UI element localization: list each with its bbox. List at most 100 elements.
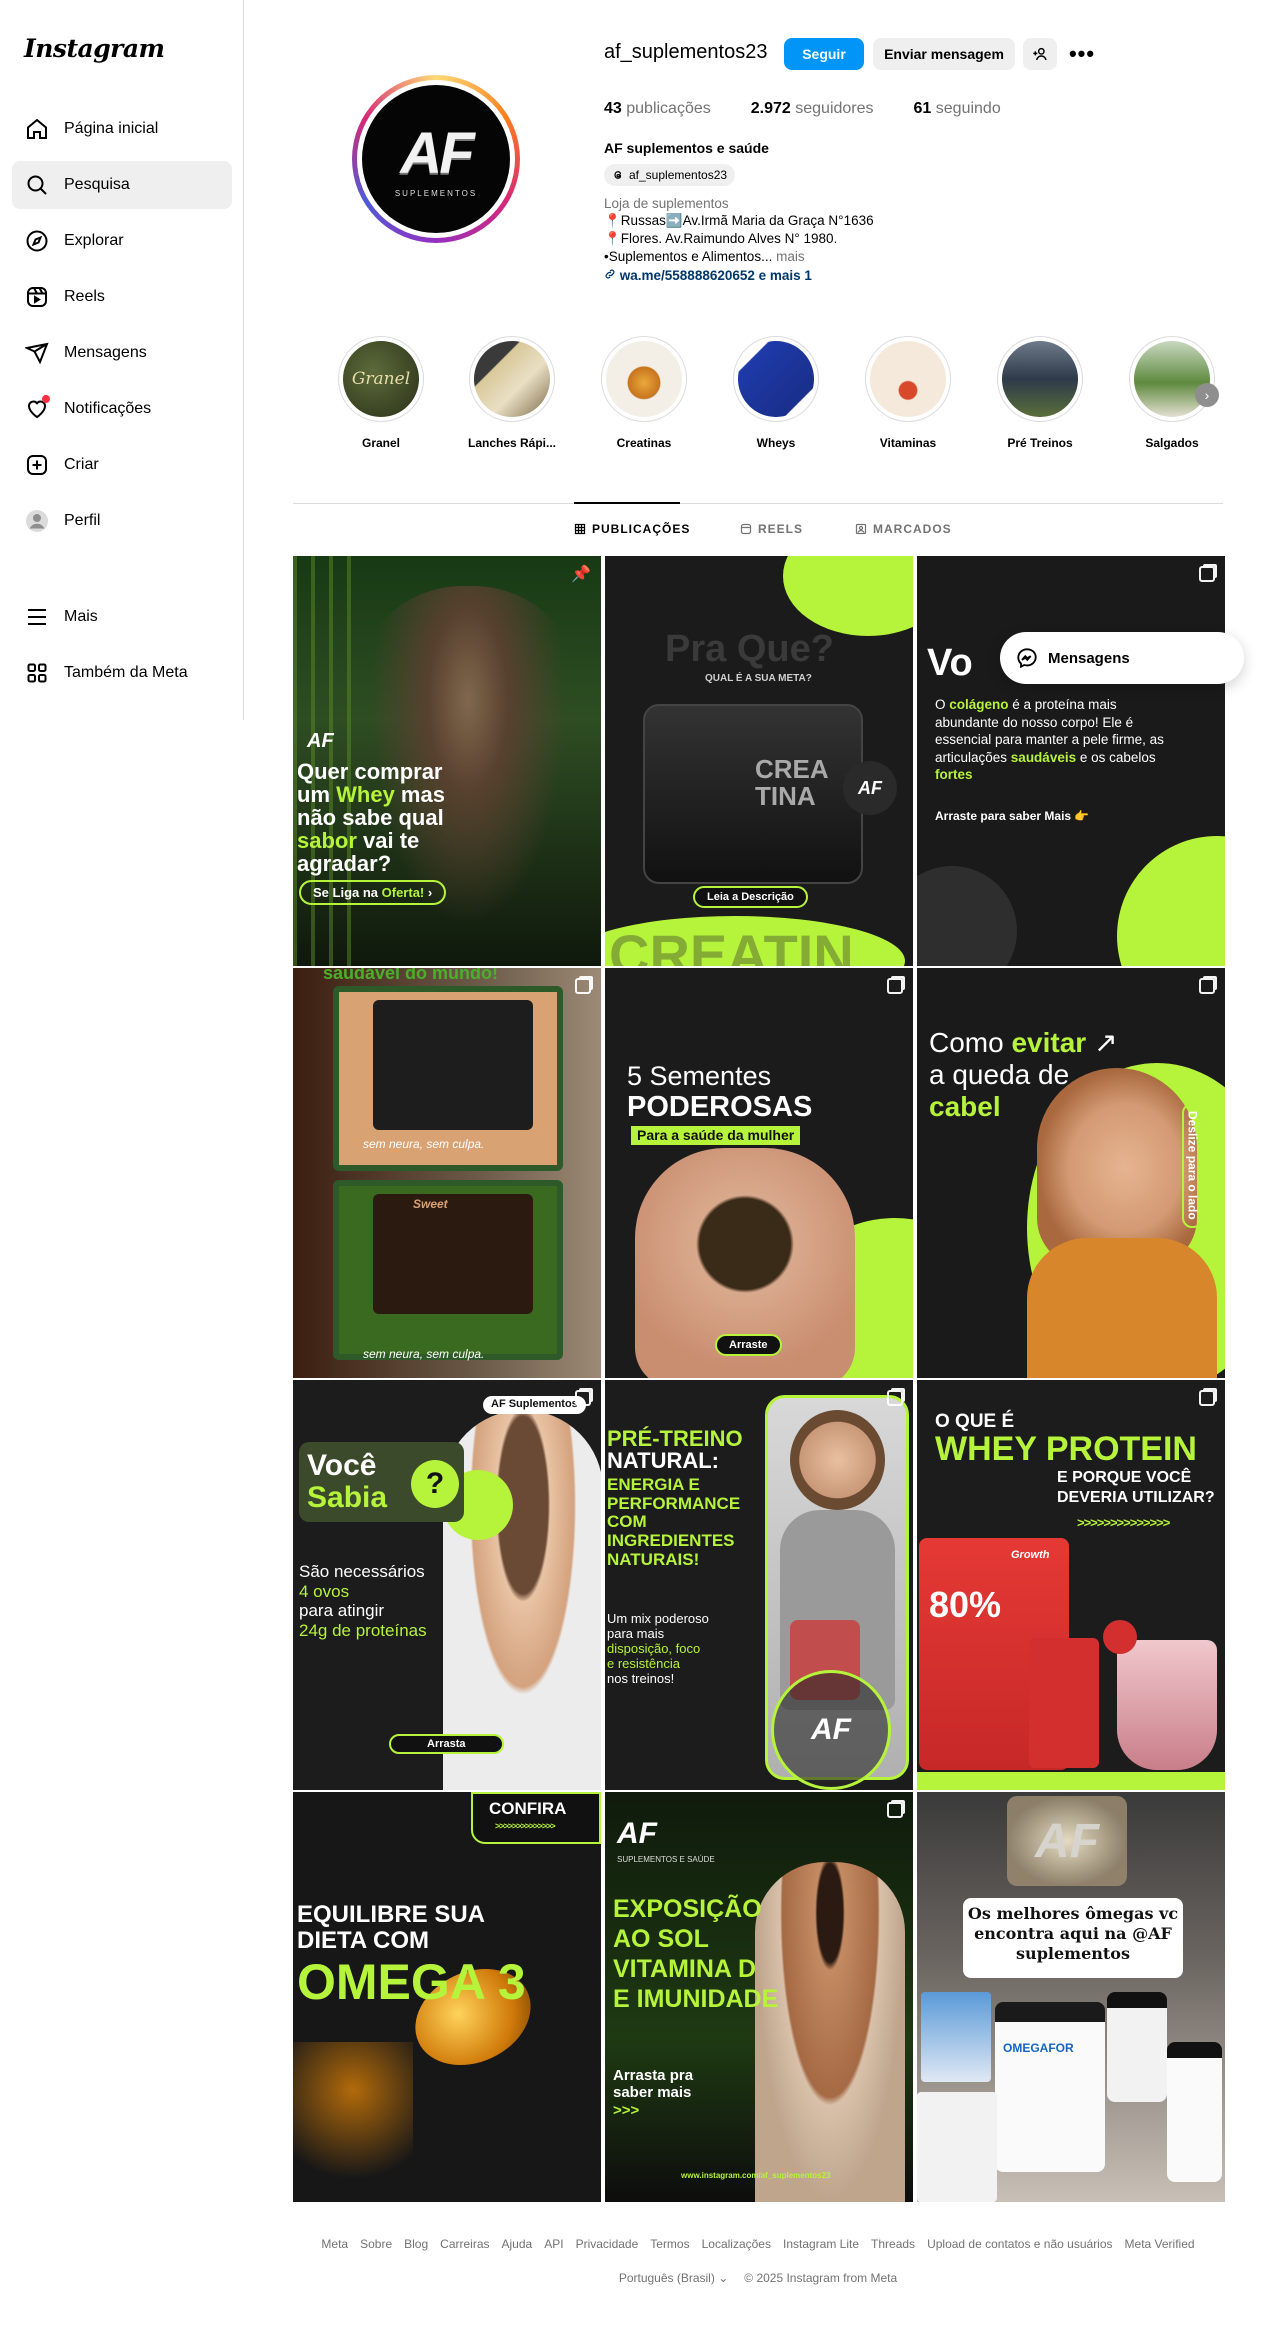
highlight-granel[interactable]: Granel Granel <box>326 336 436 450</box>
highlight-cover <box>870 341 946 417</box>
instagram-logo[interactable]: Instagram <box>24 34 165 63</box>
plus-square-icon <box>24 452 50 478</box>
sidebar-item-label: Página inicial <box>64 120 159 137</box>
footer-link[interactable]: API <box>544 2237 563 2251</box>
sidebar-item-explore[interactable]: Explorar <box>12 217 232 265</box>
post-cta: Se Liga na Oferta! › <box>299 880 447 905</box>
sidebar-item-label: Reels <box>64 288 105 305</box>
post-headline: Vo <box>927 642 973 684</box>
sidebar-item-label: Também da Meta <box>64 664 188 681</box>
tag-user-icon <box>855 523 867 535</box>
post-bg-word: CREATIN <box>609 923 854 966</box>
tab-tagged[interactable]: MARCADOS <box>855 522 952 536</box>
footer-link[interactable]: Sobre <box>360 2237 392 2251</box>
footer-link[interactable]: Privacidade <box>576 2237 639 2251</box>
post-whey-sabor[interactable]: 📌 AF Quer comprar um Whey mas não sabe q… <box>293 556 601 966</box>
suggest-users-button[interactable] <box>1023 38 1057 70</box>
carousel-icon <box>887 1390 903 1406</box>
post-pre-treino[interactable]: AF PRÉ-TREINO NATURAL: ENERGIA E PERFORM… <box>605 1380 913 1790</box>
footer-links: Meta Sobre Blog Carreiras Ajuda API Priv… <box>293 2237 1223 2251</box>
post-sweet-brownies[interactable]: saudável do mundo! sem neura, sem culpa.… <box>293 968 601 1378</box>
post-logo: AF <box>617 1817 657 1850</box>
post-headline: DIETA COM <box>297 1927 429 1954</box>
highlight-wheys[interactable]: Wheys <box>721 336 831 450</box>
follow-button[interactable]: Seguir <box>784 38 864 70</box>
post-headline: cabel <box>929 1091 1001 1122</box>
post-body: O colágeno é a proteína mais abundante d… <box>935 697 1164 783</box>
sidebar-item-home[interactable]: Página inicial <box>12 105 232 153</box>
footer-link[interactable]: Meta Verified <box>1125 2237 1195 2251</box>
sidebar-item-label: Mais <box>64 608 98 625</box>
sidebar: Instagram Página inicial Pesquisa Explor… <box>0 0 244 720</box>
bio-more-link[interactable]: mais <box>776 249 805 264</box>
send-message-button[interactable]: Enviar mensagem <box>873 38 1015 70</box>
highlight-pre-treinos[interactable]: Pré Treinos <box>985 336 1095 450</box>
sidebar-item-messages[interactable]: Mensagens <box>12 329 232 377</box>
bio-line: •Suplementos e Alimentos... mais <box>604 249 805 264</box>
post-logo: AF <box>307 730 334 752</box>
highlights-next-button[interactable]: › <box>1195 383 1219 407</box>
product-tagline: sem neura, sem culpa. <box>363 1347 485 1361</box>
footer-link[interactable]: Upload de contatos e não usuários <box>927 2237 1112 2251</box>
sidebar-item-label: Perfil <box>64 512 101 529</box>
post-headline: 5 Sementes <box>627 1061 772 1091</box>
post-subline: E PORQUE VOCÊ <box>1057 1469 1192 1486</box>
messenger-icon <box>1017 648 1037 669</box>
threads-badge[interactable]: af_suplementos23 <box>604 164 736 186</box>
footer-link[interactable]: Localizações <box>702 2237 771 2251</box>
post-omegas-loja[interactable]: AF Os melhores ômegas vc encontra aqui n… <box>917 1792 1225 2202</box>
post-vitamina-d[interactable]: AF SUPLEMENTOS E SAÚDE EXPOSIÇÃO AO SOL … <box>605 1792 913 2202</box>
language-select[interactable]: Português (Brasil) ⌄ <box>619 2271 728 2285</box>
sidebar-item-label: Mensagens <box>64 344 147 361</box>
footer-link[interactable]: Threads <box>871 2237 915 2251</box>
followers-count[interactable]: 2.972 seguidores <box>751 100 874 118</box>
footer-bottom: Português (Brasil) ⌄ © 2025 Instagram fr… <box>293 2271 1223 2285</box>
post-queda-cabelo[interactable]: Como evitar ↗ a queda de cabel Deslize p… <box>917 968 1225 1378</box>
footer-link[interactable]: Ajuda <box>502 2237 533 2251</box>
highlight-lanches[interactable]: Lanches Rápi... <box>457 336 567 450</box>
bio-category: Loja de suplementos <box>604 196 729 211</box>
post-headline: PRÉ-TREINO NATURAL: <box>607 1426 743 1473</box>
more-options-button[interactable]: ••• <box>1068 41 1096 66</box>
footer-link[interactable]: Termos <box>650 2237 689 2251</box>
sidebar-item-more[interactable]: Mais <box>12 593 232 641</box>
chevron-right-icon: › <box>1204 387 1210 403</box>
avatar-logo-text: AF <box>400 121 474 186</box>
messages-floating-button[interactable]: Mensagens <box>1000 632 1244 684</box>
post-subline: ENERGIA E PERFORMANCE COM INGREDIENTES N… <box>607 1475 741 1569</box>
post-5-sementes[interactable]: 5 Sementes PODEROSAS Para a saúde da mul… <box>605 968 913 1378</box>
post-creatina[interactable]: CREATIN Pra Que? QUAL É A SUA META? CREA… <box>605 556 913 966</box>
package-label: 80% <box>929 1584 1002 1625</box>
post-voce-sabia[interactable]: AF Suplementos Você Sabia ? São necessár… <box>293 1380 601 1790</box>
tab-posts[interactable]: PUBLICAÇÕES <box>574 522 690 536</box>
post-whey-protein[interactable]: O QUE É WHEY PROTEIN E PORQUE VOCÊ DEVER… <box>917 1380 1225 1790</box>
highlight-vitaminas[interactable]: Vitaminas <box>853 336 963 450</box>
post-cta: Leia a Descrição <box>693 886 808 908</box>
sidebar-item-also-from-meta[interactable]: Também da Meta <box>12 649 232 697</box>
profile-avatar[interactable]: AF SUPLEMENTOS <box>352 75 520 243</box>
footer-link[interactable]: Instagram Lite <box>783 2237 859 2251</box>
reels-icon <box>24 284 50 310</box>
post-badge: CONFIRA <box>489 1799 567 1818</box>
sidebar-item-notifications[interactable]: Notificações <box>12 385 232 433</box>
post-omega3[interactable]: CONFIRA >>>>>>>>>>>>>> EQUILIBRE SUA DIE… <box>293 1792 601 2202</box>
pinned-icon: 📌 <box>571 566 591 583</box>
product-brand: Sweet <box>413 1197 448 1211</box>
post-arrows: >>>>>>>>>>>>>> <box>1077 1515 1170 1530</box>
tab-reels[interactable]: REELS <box>740 522 803 536</box>
sidebar-item-reels[interactable]: Reels <box>12 273 232 321</box>
footer-link[interactable]: Carreiras <box>440 2237 489 2251</box>
footer-link[interactable]: Blog <box>404 2237 428 2251</box>
footer-link[interactable]: Meta <box>321 2237 348 2251</box>
bio-external-link[interactable]: wa.me/558888620652 e mais 1 <box>604 268 812 283</box>
sidebar-item-search[interactable]: Pesquisa <box>12 161 232 209</box>
following-count[interactable]: 61 seguindo <box>914 100 1001 118</box>
highlight-creatinas[interactable]: Creatinas <box>589 336 699 450</box>
threads-icon <box>614 171 622 179</box>
search-icon <box>24 172 50 198</box>
sidebar-item-label: Notificações <box>64 400 152 417</box>
sidebar-item-create[interactable]: Criar <box>12 441 232 489</box>
post-colageno[interactable]: Vo O colágeno é a proteína mais abundant… <box>917 556 1225 966</box>
post-badge: AF Suplementos <box>483 1396 586 1414</box>
sidebar-item-profile[interactable]: Perfil <box>12 497 232 545</box>
